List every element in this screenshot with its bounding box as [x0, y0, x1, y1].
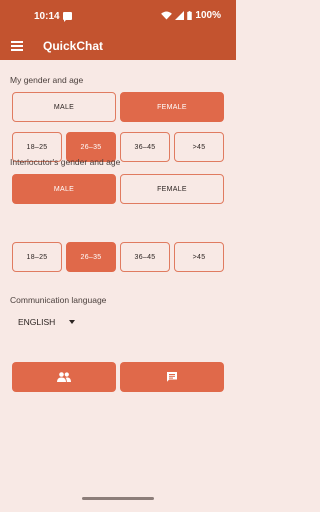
interlocutor-age-26-35-button[interactable]: 26–35	[66, 242, 116, 272]
status-time: 10:14	[34, 11, 60, 22]
start-chat-button[interactable]	[120, 362, 224, 392]
signal-icon	[175, 11, 185, 20]
menu-icon[interactable]	[11, 41, 23, 51]
language-dropdown[interactable]: ENGLISH	[18, 317, 76, 327]
language-label: Communication language	[10, 295, 107, 305]
people-icon	[57, 372, 71, 382]
dropdown-caret-icon	[69, 320, 76, 324]
my-gender-age-label: My gender and age	[10, 75, 84, 85]
interlocutor-age-18-25-button[interactable]: 18–25	[12, 242, 62, 272]
battery-icon	[187, 11, 193, 20]
find-people-button[interactable]	[12, 362, 116, 392]
status-bar: 10:14 100%	[0, 0, 236, 34]
interlocutor-age-36-45-button[interactable]: 36–45	[120, 242, 170, 272]
status-icons: 100%	[161, 10, 221, 21]
my-gender-male-button[interactable]: MALE	[12, 92, 116, 122]
chat-icon	[167, 372, 177, 382]
interlocutor-gender-female-button[interactable]: FEMALE	[120, 174, 224, 204]
wifi-icon	[161, 11, 173, 20]
battery-percent: 100%	[195, 10, 221, 21]
my-age-over-45-button[interactable]: >45	[174, 132, 224, 162]
interlocutor-gender-age-label: Interlocutor's gender and age	[10, 157, 121, 167]
language-value: ENGLISH	[18, 317, 56, 327]
app-title: QuickChat	[43, 39, 104, 53]
home-indicator	[82, 497, 154, 500]
message-notification-icon	[63, 12, 72, 22]
my-age-36-45-button[interactable]: 36–45	[120, 132, 170, 162]
my-gender-female-button[interactable]: FEMALE	[120, 92, 224, 122]
interlocutor-age-over-45-button[interactable]: >45	[174, 242, 224, 272]
interlocutor-gender-male-button[interactable]: MALE	[12, 174, 116, 204]
app-bar: QuickChat	[0, 34, 236, 60]
